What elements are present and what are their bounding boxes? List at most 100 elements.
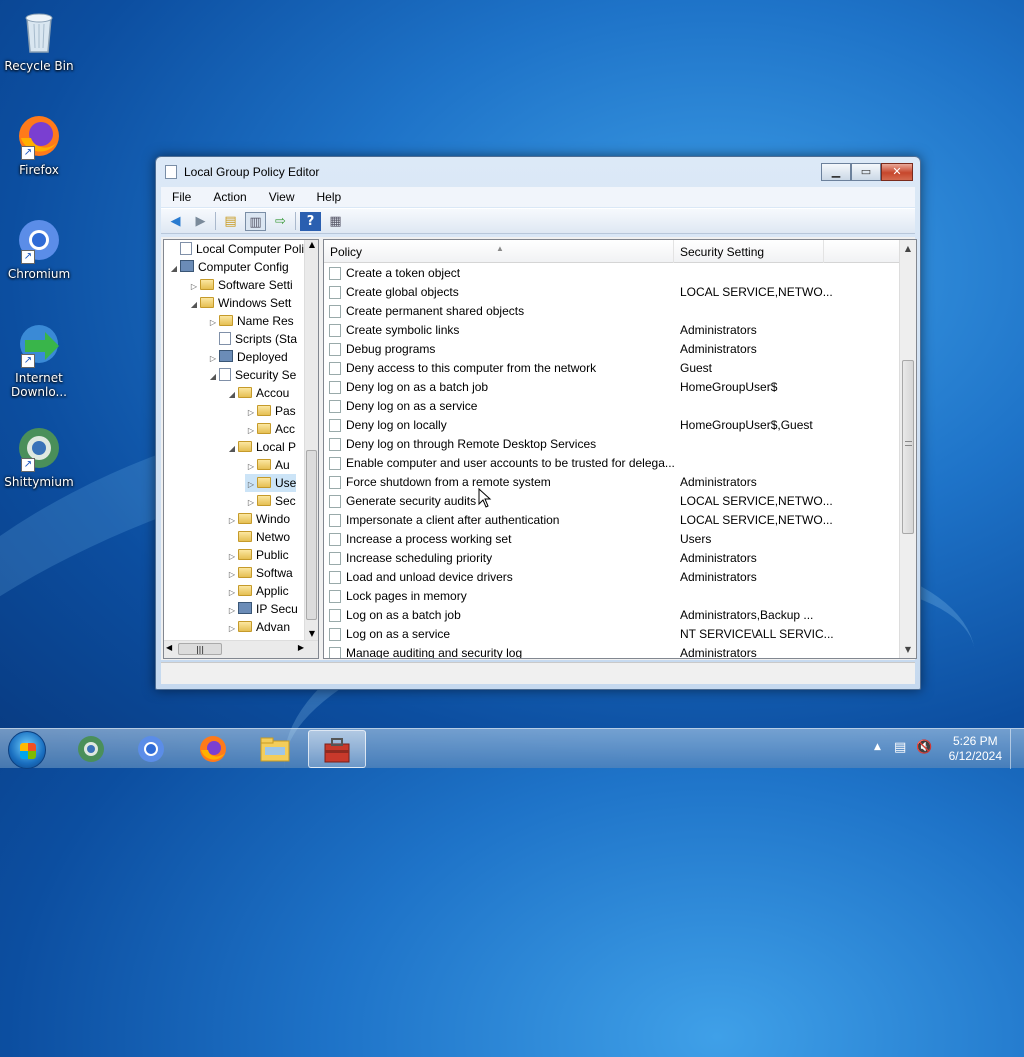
horizontal-scroll-thumb[interactable]: ||| — [178, 643, 222, 655]
tree-item[interactable]: ▷ Au — [245, 456, 290, 474]
tree-horizontal-scrollbar[interactable]: ◀ ||| ▶ — [164, 640, 318, 658]
desktop-icon-recycle-bin[interactable]: Recycle Bin — [1, 8, 77, 73]
tree-item[interactable]: ▷ Windo — [226, 510, 290, 528]
scroll-right-arrow-icon[interactable]: ▶ — [298, 643, 304, 652]
expanded-arrow-icon[interactable]: ◢ — [226, 386, 238, 404]
tree-item[interactable]: ◢ Windows Sett — [188, 294, 291, 312]
table-row[interactable]: Manage auditing and security log Administ… — [324, 644, 899, 658]
table-row[interactable]: Increase a process working set Users — [324, 530, 899, 549]
show-desktop-button[interactable] — [1010, 729, 1024, 769]
expanded-arrow-icon[interactable]: ◢ — [188, 296, 200, 314]
scroll-down-arrow-icon[interactable]: ▼ — [900, 645, 916, 654]
tree-item-selected[interactable]: ▷ Use — [245, 474, 297, 492]
network-icon[interactable]: ▤ — [894, 740, 906, 755]
tree-scroll-thumb[interactable] — [306, 450, 317, 620]
table-row[interactable]: Debug programs Administrators — [324, 340, 899, 359]
table-row[interactable]: Create permanent shared objects — [324, 302, 899, 321]
table-row[interactable]: Create symbolic links Administrators — [324, 321, 899, 340]
tree-item[interactable]: ▷ Sec — [245, 492, 296, 510]
table-row[interactable]: Impersonate a client after authenticatio… — [324, 511, 899, 530]
tree-item[interactable]: ◢ Security Se — [207, 366, 296, 384]
desktop-icon-shittymium[interactable]: ↗ Shittymium — [1, 424, 77, 489]
forward-arrow-icon[interactable]: ▶ — [190, 212, 211, 231]
table-row[interactable]: Deny log on as a service — [324, 397, 899, 416]
table-row[interactable]: Deny access to this computer from the ne… — [324, 359, 899, 378]
taskbar-firefox[interactable] — [184, 730, 242, 768]
show-hidden-icons-icon[interactable]: ▲ — [874, 742, 881, 752]
minimize-button[interactable]: ▁ — [821, 163, 851, 181]
tree-item[interactable]: ▷ IP Secu — [226, 600, 298, 618]
scroll-down-arrow-icon[interactable]: ▼ — [306, 629, 318, 638]
tree-vertical-scrollbar[interactable]: ▲ ▼ — [304, 240, 318, 640]
desktop-icon-firefox[interactable]: ↗ Firefox — [1, 112, 77, 177]
table-row[interactable]: Create a token object — [324, 264, 899, 283]
policy-setting-icon — [329, 286, 341, 299]
tree-item[interactable]: Netwo — [226, 528, 290, 546]
scroll-up-arrow-icon[interactable]: ▲ — [306, 240, 318, 249]
expanded-arrow-icon[interactable]: ◢ — [168, 260, 180, 278]
help-icon[interactable]: ? — [300, 211, 321, 231]
expanded-arrow-icon[interactable]: ◢ — [207, 368, 219, 386]
table-row[interactable]: Deny log on locally HomeGroupUser$,Guest — [324, 416, 899, 435]
tree-item[interactable]: ▷ Deployed — [207, 348, 288, 366]
tree-item[interactable]: ◢ Local P — [226, 438, 296, 456]
show-hide-console-tree-icon[interactable]: ▥ — [245, 211, 266, 231]
tree-item[interactable]: ▷ Software Setti — [188, 276, 293, 294]
table-row[interactable]: Deny log on as a batch job HomeGroupUser$ — [324, 378, 899, 397]
clock[interactable]: 5:26 PM 6/12/2024 — [949, 734, 1002, 764]
desktop-icon-chromium[interactable]: ↗ Chromium — [1, 216, 77, 281]
menu-file[interactable]: File — [161, 187, 202, 207]
tree-item[interactable]: Local Computer Polic — [168, 240, 310, 258]
table-row[interactable]: Create global objects LOCAL SERVICE,NETWO… — [324, 283, 899, 302]
list-vertical-scrollbar[interactable]: ▲ ▼ — [899, 240, 916, 658]
taskbar-chromium[interactable] — [122, 730, 180, 768]
tree-item[interactable]: ▷ Public — [226, 546, 289, 564]
column-header-policy[interactable]: Policy ▲ — [324, 240, 674, 263]
expanded-arrow-icon[interactable]: ◢ — [226, 440, 238, 458]
properties-icon[interactable]: ▦ — [325, 212, 346, 231]
scroll-left-arrow-icon[interactable]: ◀ — [166, 643, 172, 652]
firefox-icon — [200, 736, 226, 762]
collapsed-arrow-icon[interactable]: ▷ — [226, 620, 238, 638]
tree-item[interactable]: ▷ Pas — [245, 402, 296, 420]
tree-item[interactable]: ◢ Computer Config — [168, 258, 289, 276]
up-folder-icon[interactable]: ▤ — [220, 212, 241, 231]
menu-bar: File Action View Help — [161, 187, 915, 207]
list-scroll-thumb[interactable] — [902, 360, 914, 534]
scroll-up-arrow-icon[interactable]: ▲ — [900, 244, 916, 253]
tree-item[interactable]: ▷ Softwa — [226, 564, 293, 582]
column-header-security-setting[interactable]: Security Setting — [674, 240, 824, 263]
tree-item[interactable]: ▷ Applic — [226, 582, 289, 600]
toolbox-icon — [324, 738, 350, 763]
table-row[interactable]: Increase scheduling priority Administrato… — [324, 549, 899, 568]
table-row[interactable]: Deny log on through Remote Desktop Servi… — [324, 435, 899, 454]
menu-help[interactable]: Help — [306, 187, 353, 207]
table-row[interactable]: Generate security audits LOCAL SERVICE,NE… — [324, 492, 899, 511]
desktop-icon-internet-download[interactable]: ↗ Internet Downlo... — [1, 320, 77, 399]
menu-action[interactable]: Action — [202, 187, 257, 207]
policy-name: Deny log on as a service — [346, 399, 478, 413]
table-row[interactable]: Enable computer and user accounts to be … — [324, 454, 899, 473]
taskbar-group-policy-editor[interactable] — [308, 730, 366, 768]
volume-muted-icon[interactable]: 🔇 — [916, 740, 932, 755]
tree-item[interactable]: ◢ Accou — [226, 384, 289, 402]
tree-item[interactable]: ▷ Name Res — [207, 312, 294, 330]
taskbar-shittymium[interactable] — [62, 730, 120, 768]
title-bar[interactable]: Local Group Policy Editor ▁ ▭ ✕ — [156, 157, 920, 187]
taskbar-file-explorer[interactable] — [246, 730, 304, 768]
policy-setting-icon — [329, 628, 341, 641]
table-row[interactable]: Log on as a service NT SERVICE\ALL SERVIC… — [324, 625, 899, 644]
table-row[interactable]: Lock pages in memory — [324, 587, 899, 606]
table-row[interactable]: Force shutdown from a remote system Admin… — [324, 473, 899, 492]
back-arrow-icon[interactable]: ◀ — [165, 212, 186, 231]
tree-item[interactable]: Scripts (Sta — [207, 330, 297, 348]
table-row[interactable]: Load and unload device drivers Administra… — [324, 568, 899, 587]
tree-item[interactable]: ▷ Acc — [245, 420, 295, 438]
close-button[interactable]: ✕ — [881, 163, 913, 181]
tree-item[interactable]: ▷ Advan — [226, 618, 290, 636]
maximize-button[interactable]: ▭ — [851, 163, 881, 181]
start-button[interactable] — [8, 731, 46, 769]
table-row[interactable]: Log on as a batch job Administrators,Back… — [324, 606, 899, 625]
menu-view[interactable]: View — [258, 187, 306, 207]
export-list-icon[interactable]: ⇨ — [270, 212, 291, 231]
